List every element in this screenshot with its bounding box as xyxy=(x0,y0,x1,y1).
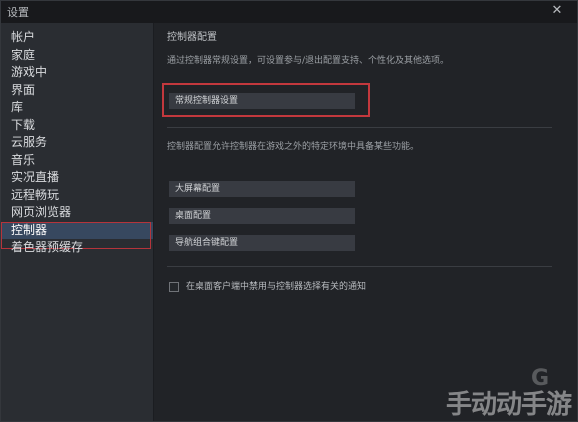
disable-notifications-label: 在桌面客户端中禁用与控制器选择有关的通知 xyxy=(186,282,367,292)
config-description: 控制器配置允许控制器在游戏之外的特定环境中具备某些功能。 xyxy=(167,142,420,152)
sidebar-item-library[interactable]: 库 xyxy=(1,99,153,117)
sidebar-item-in-game[interactable]: 游戏中 xyxy=(1,64,153,82)
title-bar: 设置 ✕ xyxy=(1,1,577,23)
divider xyxy=(167,266,552,267)
sidebar-item-cloud[interactable]: 云服务 xyxy=(1,134,153,152)
settings-sidebar: 帐户 家庭 游戏中 界面 库 下载 云服务 音乐 实况直播 远程畅玩 网页浏览器… xyxy=(1,23,154,421)
sidebar-item-web-browser[interactable]: 网页浏览器 xyxy=(1,204,153,222)
sidebar-item-shader-cache[interactable]: 着色器预缓存 xyxy=(1,239,153,257)
watermark-text: 手动动手游 xyxy=(445,390,572,420)
section-title: 控制器配置 xyxy=(167,32,217,43)
window-title: 设置 xyxy=(7,6,29,19)
close-icon[interactable]: ✕ xyxy=(549,3,565,19)
sidebar-item-music[interactable]: 音乐 xyxy=(1,152,153,170)
guide-chord-config-button[interactable]: 导航组合键配置 xyxy=(169,235,355,251)
sidebar-item-family[interactable]: 家庭 xyxy=(1,47,153,65)
big-picture-config-button[interactable]: 大屏幕配置 xyxy=(169,181,355,197)
sidebar-item-broadcasting[interactable]: 实况直播 xyxy=(1,169,153,187)
desktop-config-button[interactable]: 桌面配置 xyxy=(169,208,355,224)
divider xyxy=(167,127,552,128)
sidebar-item-controller[interactable]: 控制器 xyxy=(1,221,153,248)
controller-settings-panel: 控制器配置 通过控制器常规设置，可设置参与/退出配置支持、个性化及其他选项。 常… xyxy=(154,23,577,421)
sidebar-item-interface[interactable]: 界面 xyxy=(1,82,153,100)
settings-window: 设置 ✕ 帐户 家庭 游戏中 界面 库 下载 云服务 音乐 实况直播 远程畅玩 … xyxy=(0,0,578,422)
sidebar-item-account[interactable]: 帐户 xyxy=(1,29,153,47)
sidebar-item-remote-play[interactable]: 远程畅玩 xyxy=(1,187,153,205)
general-controller-settings-button[interactable]: 常规控制器设置 xyxy=(169,93,355,109)
sidebar-item-downloads[interactable]: 下载 xyxy=(1,117,153,135)
section-description: 通过控制器常规设置，可设置参与/退出配置支持、个性化及其他选项。 xyxy=(167,56,450,66)
disable-notifications-checkbox[interactable] xyxy=(169,282,179,292)
